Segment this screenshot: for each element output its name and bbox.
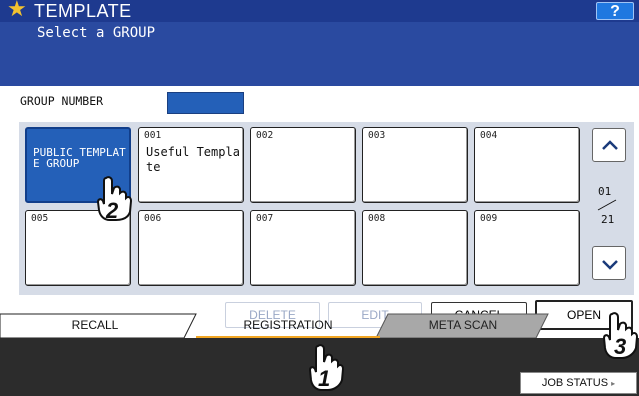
job-status-label: JOB STATUS xyxy=(541,377,609,389)
star-icon: ★ xyxy=(7,0,27,22)
tile-006[interactable]: 006 xyxy=(138,210,244,286)
page-down-button[interactable] xyxy=(592,246,626,280)
page-total: 21 xyxy=(601,213,615,226)
help-button[interactable]: ? xyxy=(596,2,634,20)
tab-recall[interactable]: RECALL xyxy=(0,315,190,337)
page-divider xyxy=(597,199,617,211)
group-number-label: GROUP NUMBER xyxy=(20,94,104,108)
tile-003[interactable]: 003 xyxy=(362,127,468,203)
tile-008[interactable]: 008 xyxy=(362,210,468,286)
tile-002[interactable]: 002 xyxy=(250,127,356,203)
group-number-field[interactable] xyxy=(167,92,244,114)
tile-number: 009 xyxy=(480,213,498,224)
tile-number: 006 xyxy=(144,213,162,224)
tab-registration[interactable]: REGISTRATION xyxy=(198,315,378,337)
page-title: TEMPLATE xyxy=(34,1,132,21)
tile-009[interactable]: 009 xyxy=(474,210,580,286)
instruction-text: Select a GROUP xyxy=(37,25,156,41)
tile-number: 004 xyxy=(480,130,498,141)
tab-meta-scan[interactable]: META SCAN xyxy=(382,315,544,337)
page-current: 01 xyxy=(598,185,612,198)
tile-name: PUBLIC TEMPLATE GROUP xyxy=(33,146,126,170)
tile-number: 007 xyxy=(256,213,274,224)
tile-number: 005 xyxy=(31,213,49,224)
title-bar: ★ TEMPLATE ? xyxy=(0,0,639,22)
callout-two: 2 xyxy=(106,198,119,223)
tile-001[interactable]: 001 Useful Template xyxy=(138,127,244,203)
tile-007[interactable]: 007 xyxy=(250,210,356,286)
callout-one: 1 xyxy=(318,366,331,391)
chevron-down-icon xyxy=(602,260,618,270)
chevron-up-icon xyxy=(602,140,618,150)
callout-three: 3 xyxy=(614,334,627,359)
tile-number: 008 xyxy=(368,213,386,224)
page-up-button[interactable] xyxy=(592,128,626,162)
tile-number: 001 xyxy=(144,130,162,141)
tile-name: Useful Template xyxy=(146,145,240,174)
tile-number: 003 xyxy=(368,130,386,141)
tile-number: 002 xyxy=(256,130,274,141)
tile-004[interactable]: 004 xyxy=(474,127,580,203)
job-status-button[interactable]: JOB STATUS ▸ xyxy=(520,372,637,394)
arrow-right-icon: ▸ xyxy=(611,379,616,388)
instruction-bar: Select a GROUP xyxy=(0,22,639,86)
